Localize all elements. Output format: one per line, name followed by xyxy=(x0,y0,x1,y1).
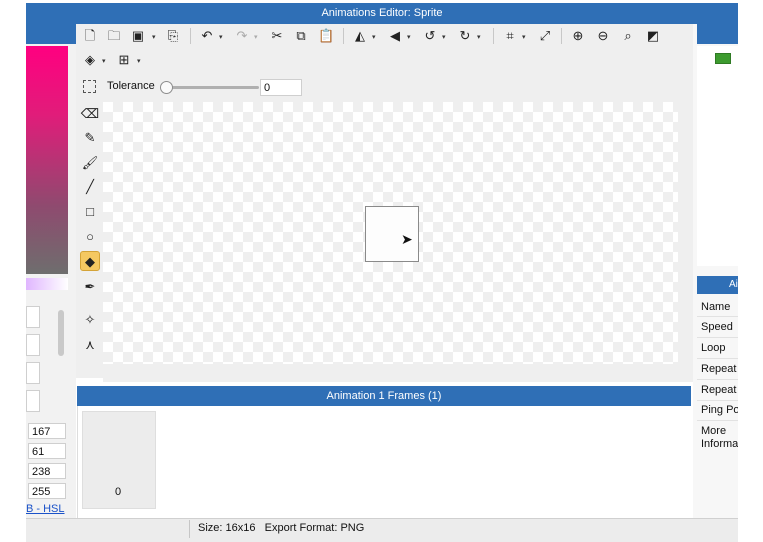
window-title: Animations Editor: Sprite xyxy=(321,7,443,19)
alpha-value-field[interactable]: 255 xyxy=(28,483,66,499)
redo-icon[interactable]: ↷ xyxy=(235,29,249,43)
rotate-left-icon[interactable]: ↺ xyxy=(423,29,437,43)
open-folder-icon[interactable]: 🗀 xyxy=(107,29,121,43)
undo-icon[interactable]: ↶ xyxy=(200,29,214,43)
fill-bucket-tool-icon[interactable]: ◆ xyxy=(80,251,100,271)
frames-panel-header: Animation 1 Frames (1) xyxy=(77,386,691,406)
canvas-horizontal-scroll-area[interactable] xyxy=(103,364,693,382)
animations-list xyxy=(697,46,738,266)
rotate-right-dropdown-icon[interactable]: ▾ xyxy=(477,33,481,41)
resize-icon[interactable]: ⤢ xyxy=(538,29,552,43)
red-value-field[interactable]: 167 xyxy=(28,423,66,439)
color-mode-links[interactable]: B - HSL xyxy=(26,503,76,515)
brush-tool-icon[interactable]: 🖌 xyxy=(80,153,100,173)
property-speed-label: Speed xyxy=(701,321,733,333)
grid-dropdown-icon[interactable]: ▾ xyxy=(137,57,141,65)
property-ping-pong-label: Ping Po xyxy=(701,404,738,416)
property-divider xyxy=(697,358,738,359)
eraser-tool-icon[interactable]: ⌫ xyxy=(80,104,100,124)
undo-dropdown-icon[interactable]: ▾ xyxy=(219,33,223,41)
frames-panel xyxy=(77,406,692,518)
status-bar-divider xyxy=(189,520,190,538)
property-divider xyxy=(697,420,738,421)
paste-icon[interactable]: 📋 xyxy=(318,29,334,43)
toolbar-divider xyxy=(493,28,494,44)
property-divider xyxy=(697,337,738,338)
tolerance-value-field[interactable]: 0 xyxy=(260,79,302,96)
color-input-3[interactable] xyxy=(26,362,40,384)
property-divider xyxy=(697,379,738,380)
grid-icon[interactable]: ⊞ xyxy=(117,53,131,67)
toolbar-divider xyxy=(561,28,562,44)
layers-dropdown-icon[interactable]: ▾ xyxy=(102,57,106,65)
hue-slider[interactable] xyxy=(26,278,68,290)
rectangle-tool-icon[interactable]: □ xyxy=(80,202,100,222)
flip-vertical-icon[interactable]: ◀ xyxy=(388,29,402,43)
eyedropper-tool-icon[interactable]: ✒ xyxy=(80,277,100,297)
node-tool-icon[interactable]: ⋏ xyxy=(80,335,100,355)
status-bar xyxy=(26,518,738,542)
status-text: Size: 16x16 Export Format: PNG xyxy=(198,522,365,534)
pencil-tool-icon[interactable]: ✎ xyxy=(80,128,100,148)
tolerance-label: Tolerance xyxy=(107,80,155,92)
new-file-icon[interactable]: 🗋 xyxy=(83,29,97,43)
color-panel-header xyxy=(26,24,76,44)
animation-list-item-swatch[interactable] xyxy=(715,53,731,64)
rotate-left-dropdown-icon[interactable]: ▾ xyxy=(442,33,446,41)
color-panel-scrollbar[interactable] xyxy=(58,310,64,356)
canvas-vertical-scroll-area[interactable] xyxy=(678,102,693,364)
rotate-right-icon[interactable]: ↻ xyxy=(458,29,472,43)
redo-dropdown-icon[interactable]: ▾ xyxy=(254,33,258,41)
property-information-label: Informa xyxy=(701,438,738,450)
cut-icon[interactable]: ✂ xyxy=(270,29,284,43)
flip-horizontal-icon[interactable]: ◭ xyxy=(353,29,367,43)
move-point-tool-icon[interactable]: ✧ xyxy=(80,310,100,330)
toolbar-divider xyxy=(190,28,191,44)
color-input-4[interactable] xyxy=(26,390,40,412)
layers-icon[interactable]: ◈ xyxy=(83,53,97,67)
line-tool-icon[interactable]: ╱ xyxy=(80,177,100,197)
export-icon[interactable]: ⎘ xyxy=(166,29,180,43)
zoom-in-icon[interactable]: ⊕ xyxy=(571,29,585,43)
animation-properties-header: Ai xyxy=(697,276,738,294)
flip-horizontal-dropdown-icon[interactable]: ▾ xyxy=(372,33,376,41)
property-repeat-2-label: Repeat xyxy=(701,384,737,396)
color-input-1[interactable] xyxy=(26,306,40,328)
animations-list-header xyxy=(697,24,738,44)
property-repeat-label: Repeat xyxy=(701,363,737,375)
tolerance-slider-handle[interactable] xyxy=(160,81,173,94)
crop-icon[interactable]: ⌗ xyxy=(503,29,517,43)
green-value-field[interactable]: 61 xyxy=(28,443,66,459)
save-dropdown-icon[interactable]: ▾ xyxy=(152,33,156,41)
color-picker-gradient[interactable] xyxy=(26,46,68,274)
property-divider xyxy=(697,400,738,401)
zoom-out-icon[interactable]: ⊖ xyxy=(596,29,610,43)
marquee-select-icon[interactable] xyxy=(83,80,96,93)
copy-icon[interactable]: ⧉ xyxy=(294,29,308,43)
mouse-cursor-icon: ➤ xyxy=(401,231,413,247)
window-title-bar: Animations Editor: Sprite xyxy=(26,3,738,24)
property-divider xyxy=(697,316,738,317)
property-more-label: More xyxy=(701,425,727,437)
zoom-fit-icon[interactable]: ⌕ xyxy=(621,29,635,43)
crop-dropdown-icon[interactable]: ▾ xyxy=(522,33,526,41)
property-name-label: Name xyxy=(701,301,731,313)
ellipse-tool-icon[interactable]: ○ xyxy=(80,227,100,247)
color-input-2[interactable] xyxy=(26,334,40,356)
toolbar-divider xyxy=(343,28,344,44)
tolerance-slider[interactable] xyxy=(163,86,259,89)
save-icon[interactable]: ▣ xyxy=(131,29,145,43)
property-loop-label: Loop xyxy=(701,342,726,354)
invert-colors-icon[interactable]: ◩ xyxy=(646,29,660,43)
blue-value-field[interactable]: 238 xyxy=(28,463,66,479)
frame-number-label: 0 xyxy=(114,486,122,498)
flip-vertical-dropdown-icon[interactable]: ▾ xyxy=(407,33,411,41)
